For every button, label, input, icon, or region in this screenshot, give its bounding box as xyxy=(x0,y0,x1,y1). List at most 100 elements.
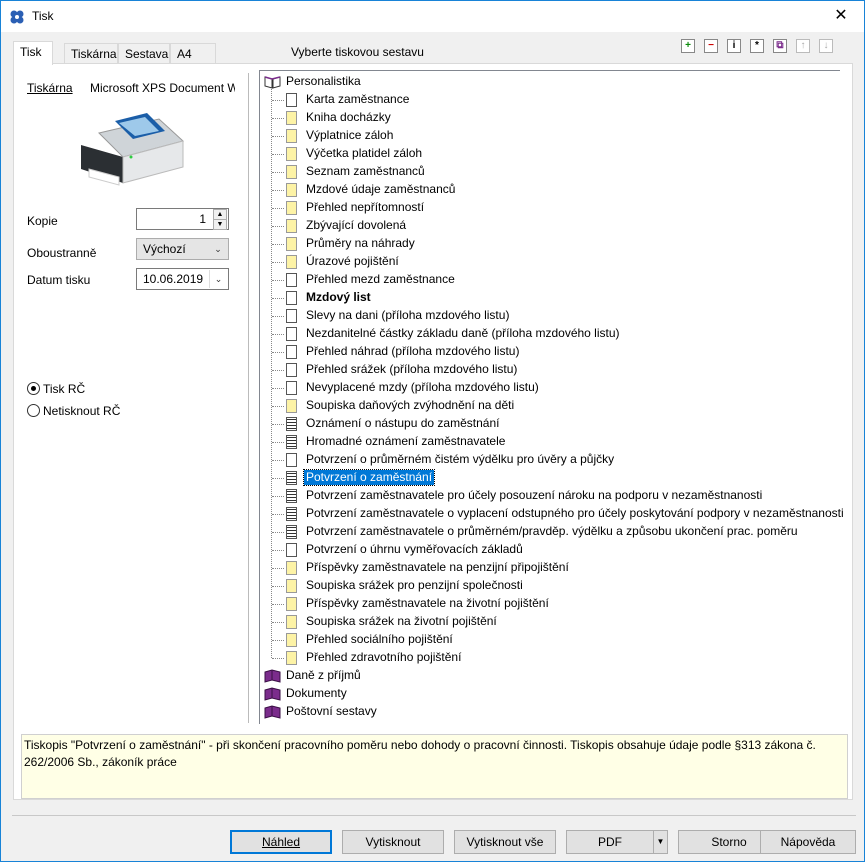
document-icon xyxy=(286,111,297,125)
radio-off-icon[interactable] xyxy=(27,404,40,417)
title-bar: Tisk ✕ xyxy=(1,1,864,32)
spin-down-icon[interactable]: ▼ xyxy=(213,219,227,230)
document-icon xyxy=(286,219,297,233)
date-label: Datum tisku xyxy=(27,273,91,287)
print-all-button[interactable]: Vytisknout vše xyxy=(454,830,556,854)
printer-link[interactable]: Tiskárna xyxy=(27,81,73,95)
preview-button[interactable]: Náhled xyxy=(230,830,332,854)
document-icon xyxy=(286,273,297,287)
tree-item-label: Výčetka platidel záloh xyxy=(306,146,423,160)
tree-group-label: Daně z příjmů xyxy=(286,668,361,682)
tree-item-label: Přehled sociálního pojištění xyxy=(306,632,453,646)
tab-sestava[interactable]: Sestava xyxy=(118,43,170,64)
tree-item-label: Soupiska srážek pro penzijní společnosti xyxy=(306,578,523,592)
document-icon xyxy=(286,255,297,269)
tree-item-label: Oznámení o nástupu do zaměstnání xyxy=(306,416,500,430)
dropdown-arrow-icon[interactable]: ▼ xyxy=(653,831,667,853)
document-icon xyxy=(286,345,297,359)
tree-item-label: Soupiska srážek na životní pojištění xyxy=(306,614,497,628)
edit-icon[interactable]: * xyxy=(750,39,764,53)
arrow-up-icon[interactable]: ↑ xyxy=(796,39,810,53)
footer-separator xyxy=(12,815,856,816)
duplex-select[interactable]: Výchozí ⌄ xyxy=(136,238,229,260)
tree-item-label: Hromadné oznámení zaměstnavatele xyxy=(306,434,506,448)
copies-label: Kopie xyxy=(27,214,58,228)
pdf-button[interactable]: PDF ▼ xyxy=(566,830,668,854)
document-icon xyxy=(286,489,297,503)
date-input[interactable]: 10.06.2019 ⌄ xyxy=(136,268,229,290)
document-icon xyxy=(286,309,297,323)
copy-icon[interactable]: ⧉ xyxy=(773,39,787,53)
document-icon xyxy=(286,579,297,593)
tree-item-label: Nezdanitelné částky základu daně (příloh… xyxy=(306,326,620,340)
document-icon xyxy=(286,417,297,431)
pane-divider xyxy=(248,73,249,723)
tree-item-label: Přehled zdravotního pojištění xyxy=(306,650,462,664)
pdf-label: PDF xyxy=(598,835,622,849)
tree-item-label: Mzdový list xyxy=(306,290,371,304)
calendar-dropdown-icon[interactable]: ⌄ xyxy=(209,270,227,288)
radio-no-rc[interactable]: Netisknout RČ xyxy=(27,404,120,418)
document-icon xyxy=(286,237,297,251)
minus-icon[interactable]: − xyxy=(704,39,718,53)
tree-item-label: Potvrzení zaměstnavatele o vyplacení ods… xyxy=(306,506,844,520)
chevron-down-icon: ⌄ xyxy=(209,240,227,258)
tree-item-label: Potvrzení o úhrnu vyměřovacích základů xyxy=(306,542,523,556)
document-icon xyxy=(286,507,297,521)
date-value: 10.06.2019 xyxy=(143,272,204,286)
tree-item-label: Zbývající dovolená xyxy=(306,218,407,232)
tree-item-label: Přehled nepřítomností xyxy=(306,200,425,214)
tree-item-label: Seznam zaměstnanců xyxy=(306,164,425,178)
document-icon xyxy=(286,93,297,107)
tree-item-label: Kniha docházky xyxy=(306,110,391,124)
print-dialog: Tisk ✕ Tisk Tiskárna Sestava A4 Vyberte … xyxy=(0,0,865,862)
tree-item-label: Potvrzení o zaměstnání xyxy=(302,469,436,486)
book-icon xyxy=(264,705,281,719)
document-icon xyxy=(286,561,297,575)
tree-item-label: Výplatnice záloh xyxy=(306,128,394,142)
tree-item-label: Přehled mezd zaměstnance xyxy=(306,272,455,286)
print-button[interactable]: Vytisknout xyxy=(342,830,444,854)
book-icon xyxy=(264,669,281,683)
preview-label: Náhled xyxy=(261,835,301,849)
close-icon[interactable]: ✕ xyxy=(818,1,864,32)
tree-item-label: Slevy na dani (příloha mzdového listu) xyxy=(306,308,510,322)
printer-icon xyxy=(81,113,185,186)
document-icon xyxy=(286,183,297,197)
document-icon xyxy=(286,453,297,467)
help-button[interactable]: Nápověda xyxy=(760,830,856,854)
info-icon[interactable]: i xyxy=(727,39,741,53)
tab-tisk[interactable]: Tisk xyxy=(13,41,53,65)
document-icon xyxy=(286,363,297,377)
document-icon xyxy=(286,165,297,179)
tree-item-label: Přehled náhrad (příloha mzdového listu) xyxy=(306,344,520,358)
document-icon xyxy=(286,543,297,557)
description-box: Tiskopis "Potvrzení o zaměstnání" - při … xyxy=(21,734,848,799)
plus-icon[interactable]: + xyxy=(681,39,695,53)
app-icon xyxy=(10,10,24,24)
book-icon xyxy=(264,687,281,701)
document-icon xyxy=(286,435,297,449)
tree-root-label: Personalistika xyxy=(286,74,361,88)
tree-item-label: Příspěvky zaměstnavatele na penzijní při… xyxy=(306,560,569,574)
document-icon xyxy=(286,129,297,143)
radio-on-icon[interactable] xyxy=(27,382,40,395)
tree-group-label: Poštovní sestavy xyxy=(286,704,377,718)
tree-item-label: Potvrzení zaměstnavatele pro účely posou… xyxy=(306,488,763,502)
tree-item-label: Soupiska daňových zvýhodnění na děti xyxy=(306,398,515,412)
radio-print-rc[interactable]: Tisk RČ xyxy=(27,382,85,396)
tree-item-label: Přehled srážek (příloha mzdového listu) xyxy=(306,362,518,376)
document-icon xyxy=(286,651,297,665)
tree-item-label: Nevyplacené mzdy (příloha mzdového listu… xyxy=(306,380,539,394)
tree-item-label: Příspěvky zaměstnavatele na životní poji… xyxy=(306,596,549,610)
document-icon xyxy=(286,597,297,611)
tab-tiskarna[interactable]: Tiskárna xyxy=(64,43,118,64)
radio-print-rc-label: Tisk RČ xyxy=(43,382,86,396)
arrow-down-icon[interactable]: ↓ xyxy=(819,39,833,53)
window-title: Tisk xyxy=(32,9,54,23)
tree-item-label: Potvrzení zaměstnavatele o průměrném/pra… xyxy=(306,524,798,538)
document-icon xyxy=(286,471,297,485)
tree-item-label: Mzdové údaje zaměstnanců xyxy=(306,182,456,196)
document-icon xyxy=(286,201,297,215)
tab-a4[interactable]: A4 xyxy=(170,43,216,64)
